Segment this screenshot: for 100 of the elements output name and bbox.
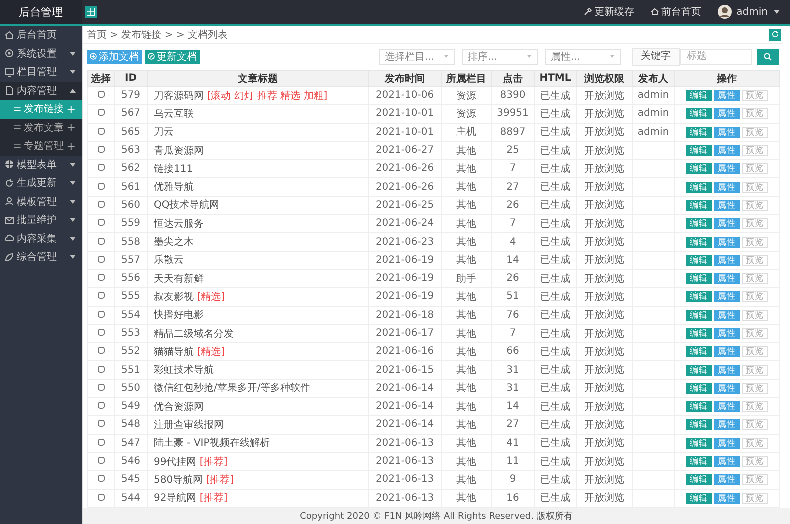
title-link[interactable]: 580导航网 (154, 474, 204, 486)
sidebar-item[interactable]: 内容采集 (0, 230, 82, 248)
attribute-button[interactable]: 属性 (714, 346, 740, 358)
row-checkbox[interactable] (98, 366, 104, 373)
refresh-button[interactable] (769, 28, 781, 40)
preview-button[interactable]: 预览 (742, 328, 768, 339)
title-link[interactable]: 青瓜资源网 (154, 146, 204, 157)
edit-button[interactable]: 编辑 (686, 382, 712, 394)
edit-button[interactable]: 编辑 (686, 328, 712, 339)
select-field[interactable]: 属性... (545, 48, 621, 64)
title-link[interactable]: 刀客源码网 (154, 90, 204, 102)
edit-button[interactable]: 编辑 (686, 218, 712, 230)
attribute-button[interactable]: 属性 (714, 163, 740, 174)
edit-button[interactable]: 编辑 (686, 419, 712, 430)
attribute-button[interactable]: 属性 (714, 236, 740, 248)
attribute-button[interactable]: 属性 (714, 254, 740, 266)
select-field[interactable]: 排序... (462, 48, 538, 64)
attribute-button[interactable]: 属性 (714, 126, 740, 138)
row-checkbox[interactable] (98, 347, 104, 354)
attribute-button[interactable]: 属性 (714, 474, 740, 486)
title-link[interactable]: 快播好电影 (154, 310, 204, 322)
attribute-button[interactable]: 属性 (714, 328, 740, 339)
edit-button[interactable]: 编辑 (686, 492, 712, 504)
row-checkbox[interactable] (98, 128, 104, 135)
title-link[interactable]: 优雅导航 (154, 182, 194, 194)
edit-button[interactable]: 编辑 (686, 163, 712, 174)
submenu-item[interactable]: 发布文章 + (0, 118, 82, 137)
row-checkbox[interactable] (98, 164, 104, 172)
row-checkbox[interactable] (98, 438, 104, 446)
preview-button[interactable]: 预览 (742, 474, 768, 486)
row-checkbox[interactable] (98, 384, 104, 391)
edit-button[interactable]: 编辑 (686, 236, 712, 248)
attribute-button[interactable]: 属性 (714, 456, 740, 468)
edit-button[interactable]: 编辑 (686, 310, 712, 321)
row-checkbox[interactable] (98, 238, 104, 245)
row-checkbox[interactable] (98, 329, 104, 336)
preview-button[interactable]: 预览 (742, 364, 768, 376)
edit-button[interactable]: 编辑 (686, 126, 712, 138)
add-glyph[interactable]: + (66, 140, 76, 153)
edit-button[interactable]: 编辑 (686, 254, 712, 266)
preview-button[interactable]: 预览 (742, 382, 768, 394)
attribute-button[interactable]: 属性 (714, 182, 740, 193)
edit-button[interactable]: 编辑 (686, 456, 712, 468)
user-menu[interactable]: admin (736, 6, 780, 18)
submenu-item[interactable]: 发布链接 + (0, 100, 82, 118)
preview-button[interactable]: 预览 (742, 456, 768, 468)
title-link[interactable]: 墨尖之木 (154, 237, 194, 248)
title-link[interactable]: 叔友影视 (154, 292, 194, 303)
attribute-button[interactable]: 属性 (714, 273, 740, 284)
attribute-button[interactable]: 属性 (714, 401, 740, 412)
edit-button[interactable]: 编辑 (686, 145, 712, 156)
preview-button[interactable]: 预览 (742, 310, 768, 321)
preview-button[interactable]: 预览 (742, 254, 768, 266)
header-link[interactable]: 更新缓存 (584, 5, 635, 19)
edit-button[interactable]: 编辑 (686, 182, 712, 193)
attribute-button[interactable]: 属性 (714, 419, 740, 430)
edit-button[interactable]: 编辑 (686, 108, 712, 120)
preview-button[interactable]: 预览 (742, 126, 768, 138)
sidebar-item[interactable]: 批量维护 (0, 211, 82, 230)
title-link[interactable]: 刀云 (154, 127, 174, 138)
title-link[interactable]: 92导航网 (154, 493, 197, 504)
attribute-button[interactable]: 属性 (714, 145, 740, 156)
edit-button[interactable]: 编辑 (686, 401, 712, 412)
edit-button[interactable]: 编辑 (686, 90, 712, 102)
row-checkbox[interactable] (98, 200, 104, 208)
row-checkbox[interactable] (98, 402, 104, 410)
edit-button[interactable]: 编辑 (686, 364, 712, 376)
header-link[interactable]: 前台首页 (650, 5, 702, 19)
preview-button[interactable]: 预览 (742, 438, 768, 449)
row-checkbox[interactable] (98, 182, 104, 190)
add-glyph[interactable]: + (66, 121, 76, 134)
sidebar-item[interactable]: 系统设置 (0, 44, 82, 63)
title-link[interactable]: 彩虹技术导航 (154, 365, 214, 376)
preview-button[interactable]: 预览 (742, 236, 768, 248)
search-field[interactable]: 标题 (680, 48, 752, 64)
edit-button[interactable]: 编辑 (686, 200, 712, 211)
attribute-button[interactable]: 属性 (714, 90, 740, 102)
row-checkbox[interactable] (98, 292, 104, 300)
title-link[interactable]: 优合资源网 (154, 402, 204, 413)
preview-button[interactable]: 预览 (742, 492, 768, 504)
preview-button[interactable]: 预览 (742, 273, 768, 284)
row-checkbox[interactable] (98, 146, 104, 154)
preview-button[interactable]: 预览 (742, 419, 768, 430)
edit-button[interactable]: 编辑 (686, 273, 712, 284)
title-link[interactable]: 天天有新鲜 (154, 274, 204, 285)
row-checkbox[interactable] (98, 420, 104, 428)
preview-button[interactable]: 预览 (742, 346, 768, 358)
update-document-button[interactable]: 更新文档 (145, 50, 200, 64)
row-checkbox[interactable] (98, 494, 104, 501)
edit-button[interactable]: 编辑 (686, 438, 712, 449)
title-link[interactable]: 恒达云服务 (154, 218, 204, 230)
edit-button[interactable]: 编辑 (686, 346, 712, 358)
sidebar-item[interactable]: 模型表单 (0, 156, 82, 174)
row-checkbox[interactable] (98, 91, 104, 98)
attribute-button[interactable]: 属性 (714, 310, 740, 321)
edit-button[interactable]: 编辑 (686, 291, 712, 302)
title-link[interactable]: QQ技术导航网 (154, 200, 220, 212)
title-link[interactable]: 99代挂网 (154, 456, 197, 468)
menu-toggle-button[interactable] (85, 6, 97, 18)
sidebar-item[interactable]: 后台首页 (0, 26, 82, 44)
